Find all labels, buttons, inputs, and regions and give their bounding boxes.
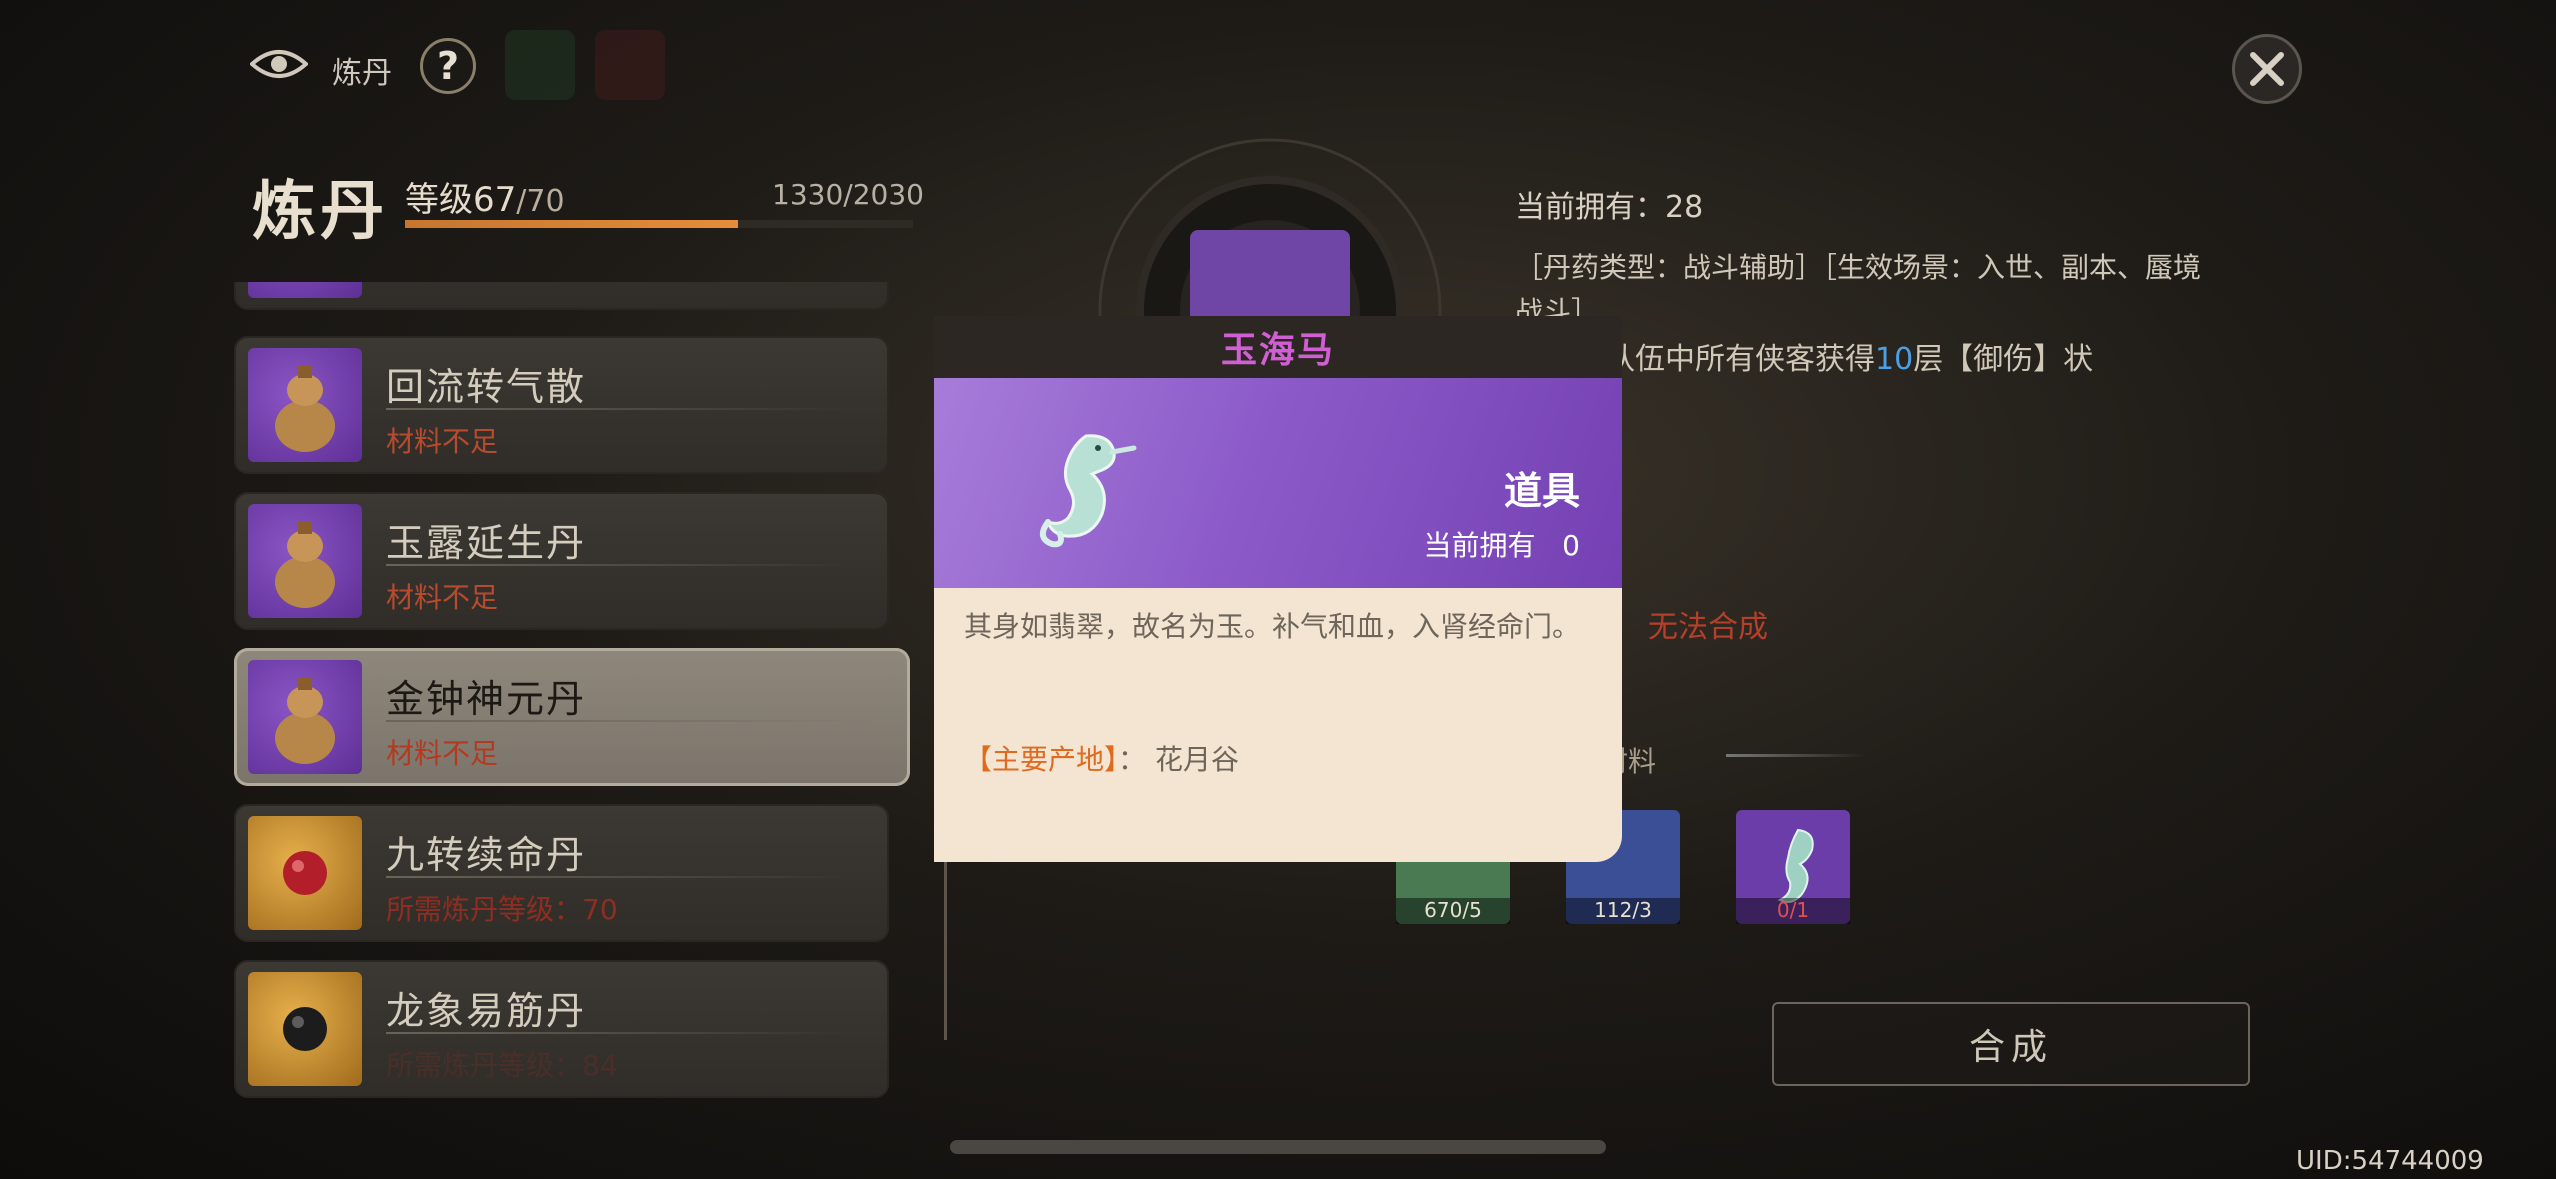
level-value: 67: [473, 180, 517, 220]
popup-owned-value: 0: [1562, 529, 1580, 562]
recipe-item[interactable]: 九转续命丹 所需炼丹等级：70: [234, 804, 889, 942]
popup-title: 玉海马: [934, 316, 1622, 378]
recipe-item-selected[interactable]: 金钟神元丹 材料不足: [234, 648, 910, 786]
recipe-status: 所需炼丹等级：70: [386, 893, 618, 926]
material-slot-seahorse[interactable]: 0/1: [1736, 810, 1850, 924]
top-title: 炼丹: [332, 56, 392, 91]
popup-origin: 【主要产地】： 花月谷: [964, 738, 1239, 778]
recipe-name: 九转续命丹: [386, 833, 587, 877]
recipe-name: 龙象易筋丹: [386, 989, 587, 1033]
exp-bar-fill: [405, 220, 738, 228]
exp-text: 1330/2030: [772, 178, 924, 211]
gourd-icon: [248, 660, 362, 774]
recipe-name: 玉露延生丹: [386, 521, 587, 565]
popup-description: 其身如翡翠，故名为玉。补气和血，入肾经命门。: [964, 610, 1581, 643]
divider: [386, 876, 853, 878]
level-cap: /70: [516, 184, 565, 219]
recipe-status: 材料不足: [386, 425, 499, 458]
cannot-synthesize: 无法合成: [1648, 610, 1768, 645]
level-prefix: 等级: [405, 180, 473, 220]
scrollbar-horizontal[interactable]: [950, 1140, 1606, 1154]
recipe-item[interactable]: 玉露延生丹 材料不足: [234, 492, 889, 630]
origin-key: 【主要产地】: [964, 743, 1119, 776]
seahorse-icon: [1039, 434, 1137, 548]
user-id: UID:54744009: [2296, 1146, 2484, 1176]
popup-owned: 当前拥有 0: [1423, 524, 1580, 564]
pill-icon: [248, 816, 362, 930]
eye-icon[interactable]: [250, 44, 308, 84]
list-item-partial[interactable]: [234, 282, 889, 310]
gourd-icon: [248, 504, 362, 618]
effect-number: 10: [1875, 342, 1914, 377]
divider: [386, 408, 853, 410]
help-button[interactable]: ?: [420, 38, 476, 94]
page-title: 炼丹: [252, 174, 388, 249]
close-icon: [2250, 52, 2284, 86]
divider: [386, 564, 853, 566]
material-count: 112/3: [1566, 898, 1680, 924]
recipe-name: 金钟神元丹: [386, 677, 587, 721]
materials-divider: [1726, 754, 1866, 757]
divider: [386, 720, 874, 722]
help-icon: ?: [436, 44, 460, 88]
effect-suffix: 层【御伤】状: [1913, 342, 2094, 377]
pill-icon: [248, 972, 362, 1086]
gourd-icon: [248, 348, 362, 462]
dim-icon-green: [505, 30, 575, 100]
popup-item-type: 道具: [1503, 469, 1580, 513]
recipe-item[interactable]: 龙象易筋丹 所需炼丹等级：84: [234, 960, 889, 1098]
recipe-status: 所需炼丹等级：84: [386, 1049, 618, 1082]
popup-body: 其身如翡翠，故名为玉。补气和血，入肾经命门。 【主要产地】： 花月谷: [934, 588, 1622, 862]
close-button[interactable]: [2232, 34, 2302, 104]
item-popup[interactable]: 玉海马 道具 当前拥有 0 其身如翡翠，故名为玉。补气和血，入肾经命门。 【主要…: [934, 316, 1622, 862]
material-count: 0/1: [1736, 898, 1850, 924]
recipe-list[interactable]: 回流转气散 材料不足 玉露延生丹 材料不足 金钟神元丹 材料不足 九转续命丹 所…: [232, 282, 912, 1112]
dim-icon-red: [595, 30, 665, 100]
origin-value: 花月谷: [1154, 743, 1239, 776]
popup-owned-label: 当前拥有: [1423, 529, 1536, 562]
material-count: 670/5: [1396, 898, 1510, 924]
owned-count: 当前拥有：28: [1515, 190, 1704, 225]
recipe-status: 材料不足: [386, 737, 499, 770]
recipe-item[interactable]: 回流转气散 材料不足: [234, 336, 889, 474]
popup-banner: 道具 当前拥有 0: [934, 378, 1622, 588]
synthesize-button[interactable]: 合成: [1772, 1002, 2250, 1086]
recipe-status: 材料不足: [386, 581, 499, 614]
origin-sep: ：: [1118, 743, 1147, 776]
gourd-icon: [248, 282, 362, 298]
recipe-name: 回流转气散: [386, 365, 587, 409]
divider: [386, 1032, 853, 1034]
level-label: 等级67/70: [405, 172, 565, 221]
